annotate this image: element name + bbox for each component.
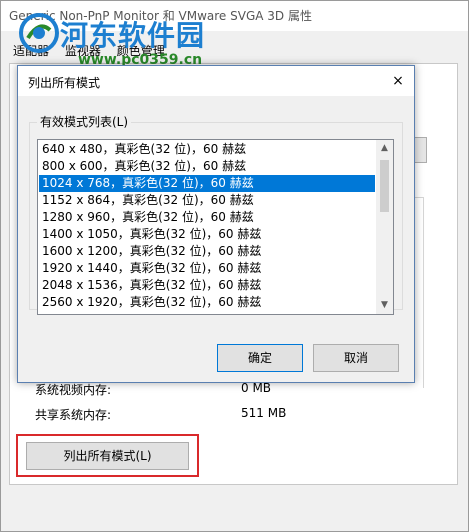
- mode-listbox[interactable]: 640 x 480，真彩色(32 位)，60 赫兹 800 x 600，真彩色(…: [37, 139, 394, 315]
- shared-system-memory-value: 511 MB: [241, 406, 287, 420]
- close-icon[interactable]: ×: [382, 66, 414, 96]
- watermark: 河东软件园 www.pc0359.cn: [18, 12, 218, 72]
- dialog-titlebar: 列出所有模式 ×: [18, 66, 414, 96]
- system-video-memory-value: 0 MB: [241, 381, 272, 395]
- list-item-selected[interactable]: 1024 x 768，真彩色(32 位)，60 赫兹: [39, 175, 375, 192]
- list-item[interactable]: 1400 x 1050，真彩色(32 位)，60 赫兹: [39, 226, 375, 243]
- list-item[interactable]: 1280 x 960，真彩色(32 位)，60 赫兹: [39, 209, 375, 226]
- list-item[interactable]: 2560 x 1920，真彩色(32 位)，60 赫兹: [39, 294, 375, 311]
- watermark-logo-icon: [19, 13, 59, 53]
- shared-system-memory-label: 共享系统内存:: [35, 408, 112, 422]
- scroll-down-icon[interactable]: ▼: [376, 297, 393, 314]
- ok-button[interactable]: 确定: [217, 344, 303, 372]
- cancel-button[interactable]: 取消: [313, 344, 399, 372]
- list-item[interactable]: 1152 x 864，真彩色(32 位)，60 赫兹: [39, 192, 375, 209]
- list-item[interactable]: 1920 x 1440，真彩色(32 位)，60 赫兹: [39, 260, 375, 277]
- system-video-memory-label: 系统视频内存:: [35, 383, 112, 397]
- highlight-annotation: [16, 434, 199, 477]
- mode-list-label: 有效模式列表(L): [37, 113, 132, 130]
- dialog-title: 列出所有模式: [28, 76, 101, 90]
- list-all-modes-dialog: 列出所有模式 × 有效模式列表(L) 640 x 480，真彩色(32 位)，6…: [17, 65, 415, 383]
- list-item[interactable]: 800 x 600，真彩色(32 位)，60 赫兹: [39, 158, 375, 175]
- vertical-scrollbar[interactable]: ▲ ▼: [376, 140, 393, 314]
- list-item[interactable]: 2048 x 1536，真彩色(32 位)，60 赫兹: [39, 277, 375, 294]
- scroll-up-icon[interactable]: ▲: [376, 140, 393, 157]
- properties-button-partial[interactable]: [413, 137, 427, 163]
- list-item[interactable]: 1600 x 1200，真彩色(32 位)，60 赫兹: [39, 243, 375, 260]
- watermark-text: 河东软件园: [60, 19, 206, 52]
- list-item[interactable]: 640 x 480，真彩色(32 位)，60 赫兹: [39, 141, 375, 158]
- scroll-thumb[interactable]: [380, 160, 389, 212]
